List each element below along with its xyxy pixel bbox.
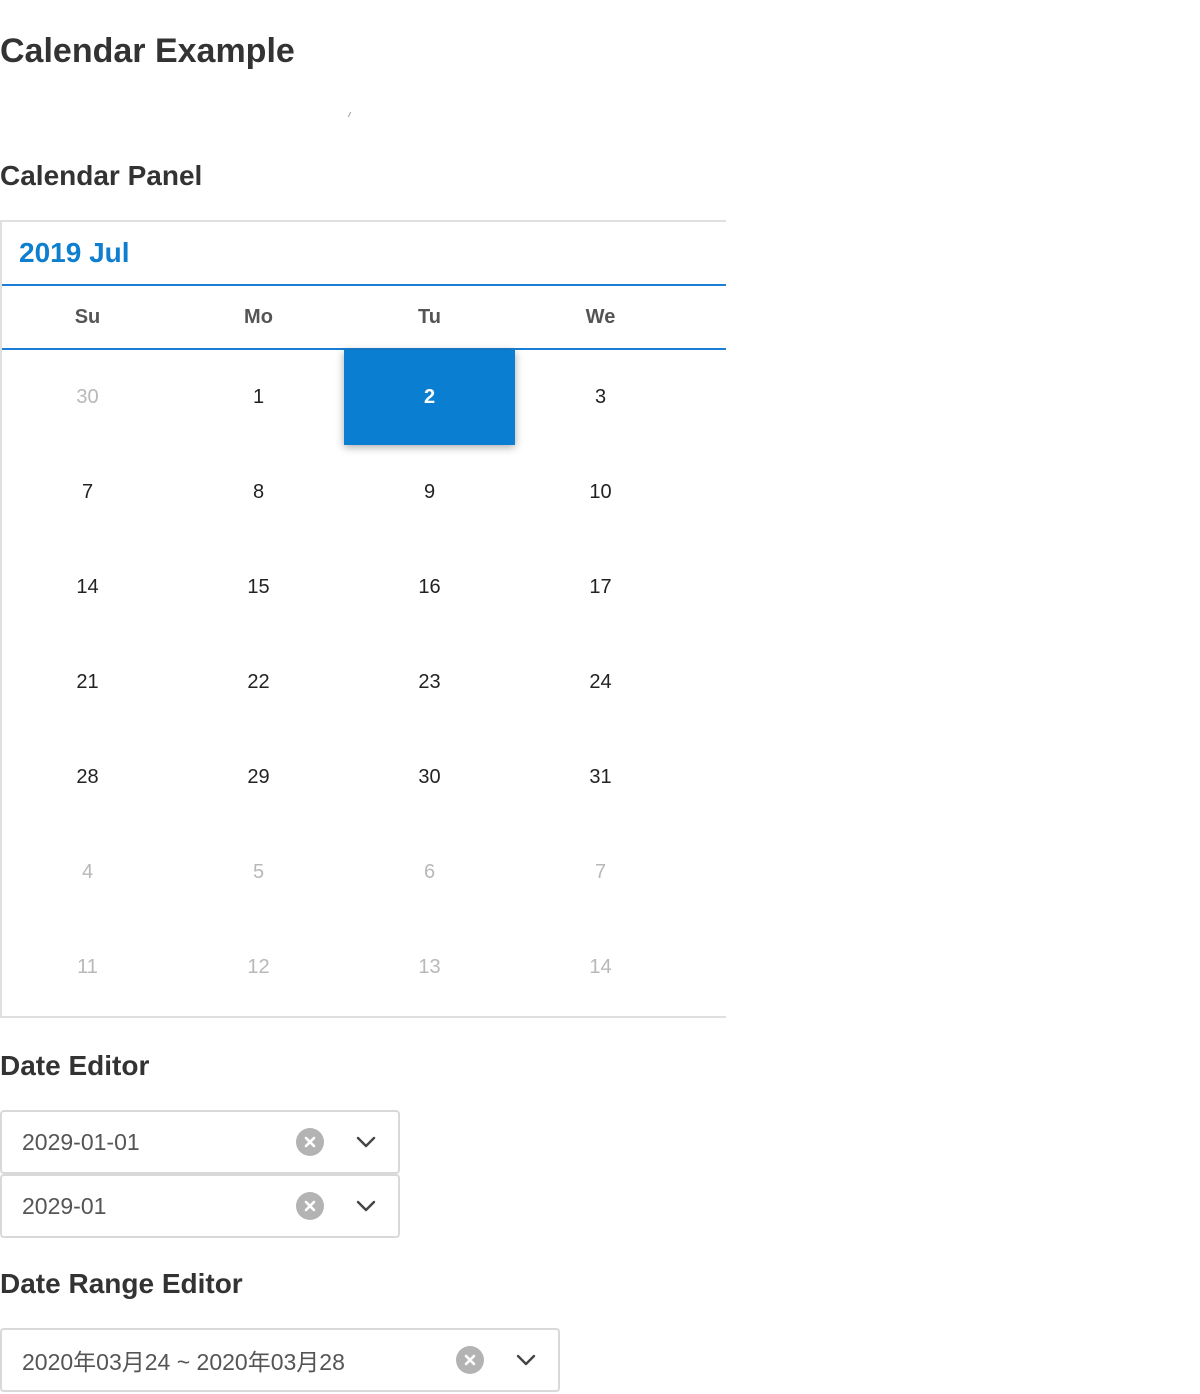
stray-mark	[347, 112, 355, 117]
calendar-day[interactable]: 6	[344, 825, 515, 920]
calendar-panel-title: Calendar Panel	[0, 160, 203, 191]
calendar-day[interactable]: 13	[344, 920, 515, 1015]
calendar-weeks: 30 1 2 3 7 8 9 10 14 15 16 17 21 22 23 24 28 29 30 31 4 5 6 7 11…	[2, 350, 726, 1015]
page-title: Calendar Example	[0, 32, 295, 70]
date-range-editor-title: Date Range Editor	[0, 1268, 243, 1299]
clear-circle-icon[interactable]	[296, 1192, 324, 1220]
weekday-label: Tu	[418, 305, 441, 328]
month-picker-input[interactable]: 2029-01	[2, 1193, 296, 1220]
date-picker[interactable]: 2029-01-01	[0, 1110, 400, 1174]
calendar-week-row: 30 1 2 3	[2, 350, 726, 445]
month-picker[interactable]: 2029-01	[0, 1174, 400, 1238]
calendar-day[interactable]: 11	[2, 920, 173, 1015]
calendar-day[interactable]: 1	[173, 350, 344, 445]
date-picker-input[interactable]: 2029-01-01	[2, 1129, 296, 1156]
calendar-day[interactable]: 30	[344, 730, 515, 825]
calendar-day[interactable]: 9	[344, 445, 515, 540]
calendar-day[interactable]: 15	[173, 540, 344, 635]
calendar-day[interactable]: 10	[515, 445, 686, 540]
calendar-week-row: 11 12 13 14	[2, 920, 726, 1015]
calendar-day[interactable]: 16	[344, 540, 515, 635]
date-range-picker-input[interactable]: 2020年03月24 ~ 2020年03月28	[2, 1343, 456, 1377]
calendar-day[interactable]: 14	[2, 540, 173, 635]
calendar-day[interactable]: 7	[515, 825, 686, 920]
calendar-day[interactable]: 22	[173, 635, 344, 730]
calendar-day[interactable]: 12	[173, 920, 344, 1015]
calendar-panel: 2019 Jul Su Mo Tu We 30 1 2 3 7 8 9 10 14 15 16 17 2…	[0, 220, 726, 1018]
calendar-day-selected[interactable]: 2	[344, 350, 515, 445]
calendar-week-row: 21 22 23 24	[2, 635, 726, 730]
weekday-row: Su Mo Tu We	[2, 286, 726, 350]
calendar-day[interactable]: 8	[173, 445, 344, 540]
calendar-day[interactable]: 3	[515, 350, 686, 445]
calendar-week-row: 28 29 30 31	[2, 730, 726, 825]
calendar-week-row: 4567	[2, 825, 726, 920]
calendar-week-row: 7 8 9 10	[2, 445, 726, 540]
chevron-down-icon[interactable]	[354, 1130, 378, 1154]
weekday-label: Su	[74, 305, 101, 328]
calendar-header: 2019 Jul	[2, 222, 726, 286]
calendar-day[interactable]: 4	[2, 825, 173, 920]
clear-circle-icon[interactable]	[296, 1128, 324, 1156]
calendar-day[interactable]: 30	[2, 350, 173, 445]
calendar-week-row: 14 15 16 17	[2, 540, 726, 635]
calendar-day[interactable]: 14	[515, 920, 686, 1015]
calendar-month-label[interactable]: 2019 Jul	[19, 237, 130, 269]
clear-circle-icon[interactable]	[456, 1346, 484, 1374]
calendar-day[interactable]: 24	[515, 635, 686, 730]
calendar-day[interactable]: 23	[344, 635, 515, 730]
calendar-day[interactable]: 31	[515, 730, 686, 825]
calendar-day[interactable]: 29	[173, 730, 344, 825]
weekday-label: We	[585, 305, 616, 328]
calendar-day[interactable]: 5	[173, 825, 344, 920]
calendar-day[interactable]: 28	[2, 730, 173, 825]
date-range-picker[interactable]: 2020年03月24 ~ 2020年03月28	[0, 1328, 560, 1392]
date-editor-title: Date Editor	[0, 1050, 150, 1081]
chevron-down-icon[interactable]	[354, 1194, 378, 1218]
chevron-down-icon[interactable]	[514, 1348, 538, 1372]
calendar-day[interactable]: 21	[2, 635, 173, 730]
calendar-day[interactable]: 17	[515, 540, 686, 635]
calendar-day[interactable]: 7	[2, 445, 173, 540]
weekday-label: Mo	[244, 305, 273, 328]
